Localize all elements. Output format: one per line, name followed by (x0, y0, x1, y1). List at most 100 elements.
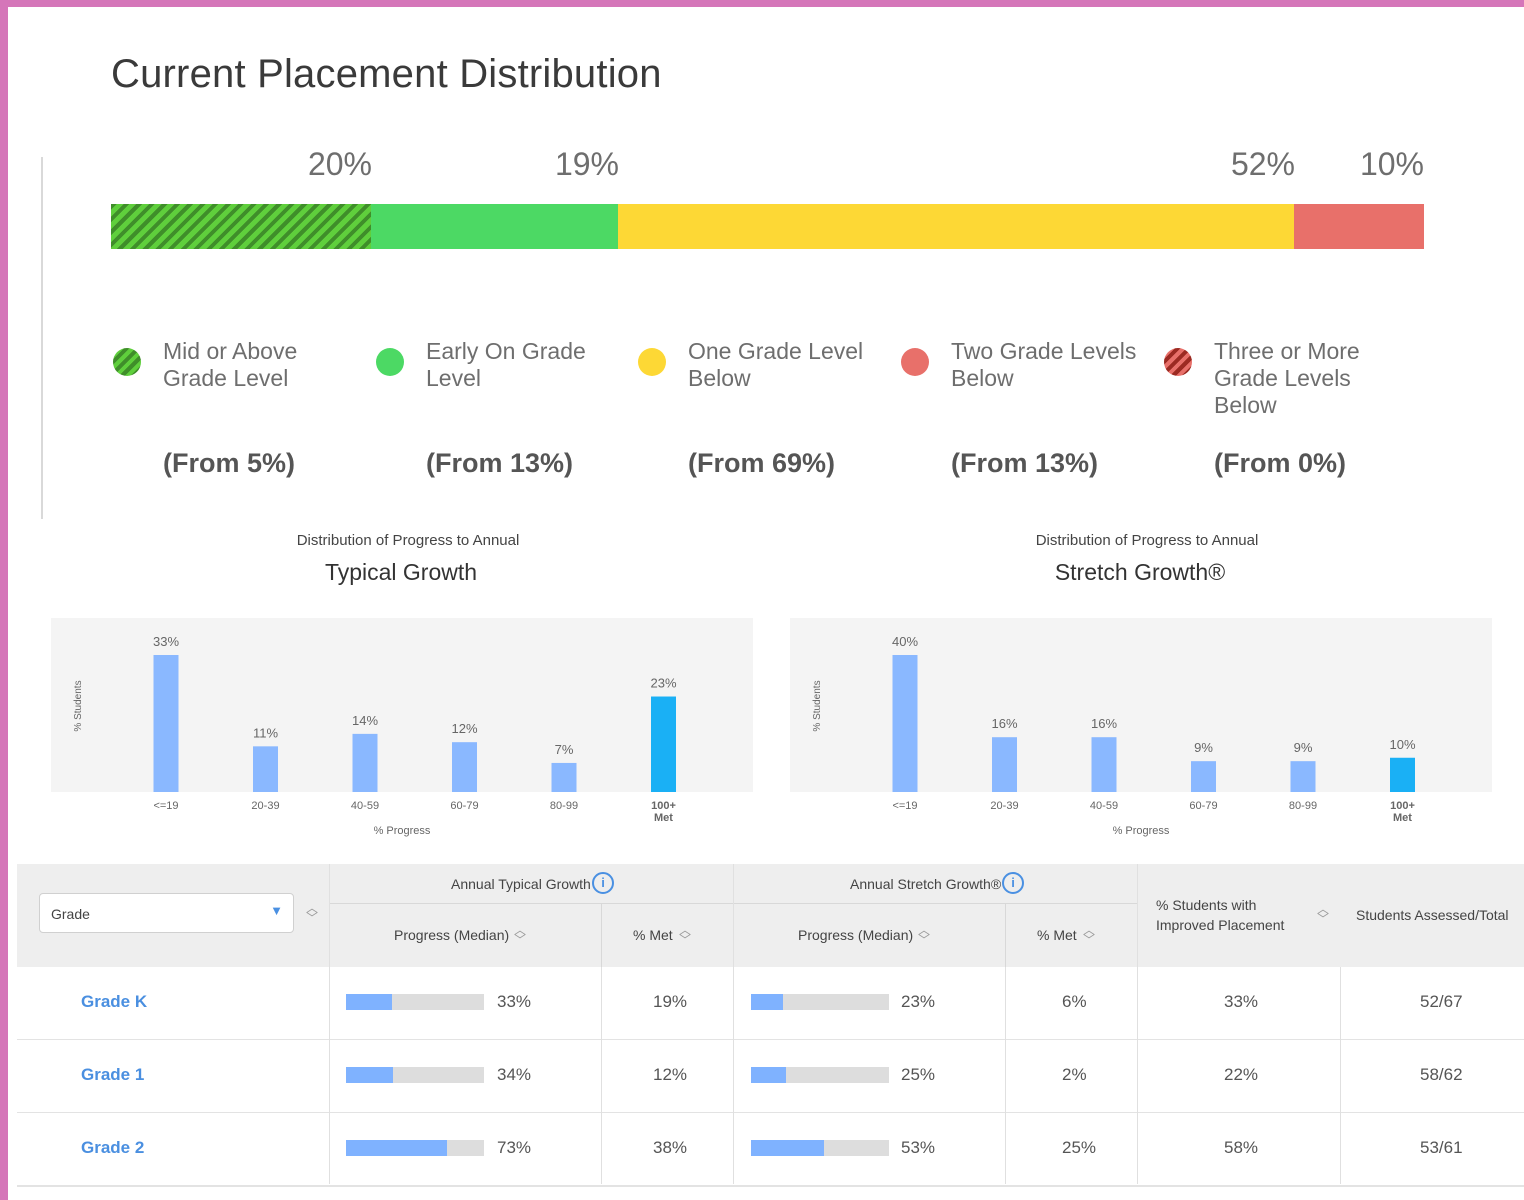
header-improved-placement-line1: % Students with (1156, 897, 1257, 913)
bar-value-label: 23% (650, 676, 676, 691)
bar-value-label: 9% (1194, 740, 1213, 755)
sort-icon[interactable]: ︿ ﹀ (513, 924, 527, 946)
typical-progress-bar (346, 1067, 484, 1083)
segment-mid-above[interactable] (111, 204, 371, 249)
sort-icon[interactable]: ︿ ﹀ (678, 924, 692, 946)
x-tick-label: 100+ (651, 800, 676, 812)
sort-grade-icon[interactable]: ︿ ﹀ (305, 902, 319, 924)
x-tick-label: 60-79 (450, 800, 478, 812)
header-annual-stretch-growth: Annual Stretch Growth® (850, 876, 1002, 892)
x-axis-label: % Progress (374, 825, 431, 837)
legend-label: Mid or Above Grade Level (163, 338, 298, 391)
chart-bar (1091, 737, 1117, 792)
bar-value-label: 12% (451, 721, 477, 736)
stretch-progress-fill (751, 1067, 786, 1083)
legend-from-value: (From 13%) (426, 448, 574, 478)
header-divider (1005, 903, 1006, 967)
segment-two-below[interactable] (1294, 204, 1424, 249)
stretch-progress-bar (751, 1140, 889, 1156)
stretch-pct-met: 25% (1062, 1138, 1097, 1157)
typical-progress-fill (346, 994, 392, 1010)
bar-value-label: 40% (892, 634, 918, 649)
stretch-progress-value: 53% (901, 1138, 936, 1157)
page-title: Current Placement Distribution (111, 52, 662, 96)
dropdown-caret-icon: ▼ (270, 903, 283, 918)
x-tick-label: <=19 (892, 800, 917, 812)
x-tick-label: 20-39 (251, 800, 279, 812)
legend-label: Three or More Grade Levels Below (1214, 338, 1360, 418)
segment-pct-two-below: 10% (1359, 146, 1424, 182)
grade-dropdown-value: Grade (51, 906, 90, 922)
chart-title-typical: Typical Growth (324, 559, 478, 585)
legend-from-value: (From 0%) (1214, 448, 1347, 478)
bar-value-label: 14% (352, 713, 378, 728)
legend-from-value: (From 13%) (951, 448, 1099, 478)
bar-value-label: 10% (1389, 737, 1415, 752)
page-border-top (0, 0, 1524, 7)
info-icon[interactable]: i (592, 872, 614, 894)
stretch-progress-bar (751, 1067, 889, 1083)
typical-pct-met: 19% (653, 992, 688, 1011)
typical-growth-chart: % Students % Progress 33% <=19 11% 20-39 14% 40… (73, 634, 677, 837)
table-row: Grade K 33% 19% 23% 6% 33% 52/67 (17, 967, 1524, 1041)
grade-link[interactable]: Grade 1 (81, 1065, 144, 1085)
improved-placement-value: 22% (1224, 1065, 1259, 1084)
stretch-progress-bar (751, 994, 889, 1010)
chart-bar (452, 742, 477, 792)
typical-progress-value: 34% (497, 1065, 532, 1084)
info-icon[interactable]: i (1002, 872, 1024, 894)
segment-early-on[interactable] (371, 204, 618, 249)
column-divider (329, 864, 330, 1184)
chart-bar (551, 762, 577, 792)
legend-from-value: (From 5%) (163, 448, 296, 478)
students-assessed-value: 53/61 (1420, 1138, 1463, 1157)
sort-icon[interactable]: ︿ ﹀ (1316, 903, 1330, 925)
typical-progress-value: 73% (497, 1138, 532, 1157)
legend-label: One Grade Level Below (688, 338, 864, 391)
header-divider (601, 903, 602, 967)
typical-progress-fill (346, 1140, 447, 1156)
stretch-pct-met: 2% (1062, 1065, 1087, 1084)
column-divider (1137, 864, 1138, 1184)
header-stretch-pct-met: % Met (1037, 927, 1077, 943)
students-assessed-value: 58/62 (1420, 1065, 1463, 1084)
improved-placement-value: 33% (1224, 992, 1259, 1011)
bar-value-label: 9% (1294, 740, 1313, 755)
stretch-progress-value: 25% (901, 1065, 936, 1084)
chart-bar (1191, 761, 1216, 792)
sort-icon[interactable]: ︿ ﹀ (917, 924, 931, 946)
x-axis-label: % Progress (1113, 825, 1170, 837)
placement-stacked-bar (111, 204, 1424, 249)
y-axis-label: % Students (812, 680, 823, 731)
segment-pct-one-below: 52% (1230, 146, 1295, 182)
segment-pct-early-on: 19% (554, 146, 619, 182)
bar-value-label: 11% (253, 725, 278, 740)
chart-bar (1390, 757, 1415, 792)
chart-title-stretch: Stretch Growth® (1054, 559, 1226, 585)
x-tick-label: 40-59 (351, 800, 379, 812)
students-assessed-value: 52/67 (1420, 992, 1463, 1011)
legend-swatch-icon (901, 348, 929, 376)
x-tick-label: Met (654, 812, 673, 824)
legend-label: Early On Grade Level (426, 338, 586, 391)
improved-placement-value: 58% (1224, 1138, 1259, 1157)
stretch-progress-fill (751, 994, 783, 1010)
chart-bar (253, 746, 278, 792)
legend-swatch-icon (113, 348, 141, 376)
legend-swatch-icon (376, 348, 404, 376)
column-divider (733, 864, 734, 1184)
sort-icon[interactable]: ︿ ﹀ (1082, 924, 1096, 946)
chart-bar (352, 733, 378, 792)
column-divider (1340, 967, 1341, 1184)
x-tick-label: 20-39 (990, 800, 1018, 812)
chart-bar (892, 655, 918, 792)
grade-dropdown[interactable]: Grade ▼ (39, 893, 294, 933)
grade-link[interactable]: Grade K (81, 992, 147, 1012)
grade-link[interactable]: Grade 2 (81, 1138, 144, 1158)
legend-swatch-icon (638, 348, 666, 376)
x-tick-label: 100+ (1390, 800, 1415, 812)
segment-one-below[interactable] (618, 204, 1294, 249)
x-tick-label: 80-99 (1289, 800, 1317, 812)
header-typical-pct-met: % Met (633, 927, 673, 943)
legend-swatch-icon (1164, 348, 1192, 376)
